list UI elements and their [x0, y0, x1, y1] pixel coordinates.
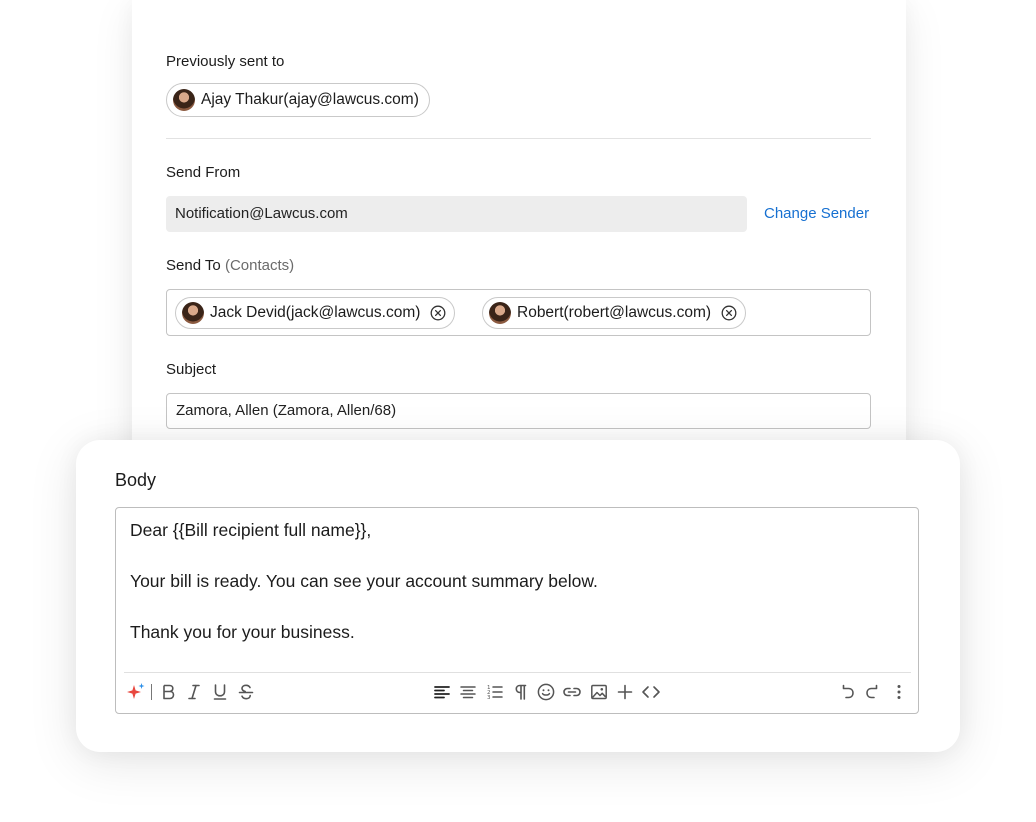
avatar: [182, 302, 204, 324]
ai-sparkle-icon[interactable]: [125, 681, 147, 703]
recipient-chip-text: Robert(robert@lawcus.com): [517, 304, 712, 321]
link-icon[interactable]: [561, 681, 583, 703]
section-divider: [166, 138, 871, 139]
redo-icon[interactable]: [862, 681, 884, 703]
send-to-label: Send To (Contacts): [166, 257, 294, 274]
body-label: Body: [115, 470, 157, 490]
remove-recipient-icon[interactable]: [721, 305, 737, 321]
bold-icon[interactable]: [157, 681, 179, 703]
body-line: Your bill is ready. You can see your acc…: [130, 571, 598, 591]
previous-recipient-chip: Ajay Thakur(ajay@lawcus.com): [166, 83, 430, 117]
send-to-sublabel: (Contacts): [224, 257, 295, 274]
more-options-icon[interactable]: [888, 681, 910, 703]
numbered-list-icon[interactable]: 123: [484, 681, 506, 703]
body-line: Dear {{Bill recipient full name}},: [130, 520, 372, 540]
strikethrough-icon[interactable]: [235, 681, 257, 703]
remove-recipient-icon[interactable]: [430, 305, 446, 321]
avatar: [489, 302, 511, 324]
toolbar-divider: [124, 672, 911, 673]
avatar: [173, 89, 195, 111]
previously-sent-label: Previously sent to: [166, 53, 285, 70]
body-line: Thank you for your business.: [130, 622, 355, 642]
recipient-chip: Robert(robert@lawcus.com): [482, 297, 747, 329]
send-from-label: Send From: [166, 164, 241, 181]
previous-recipient-text: Ajay Thakur(ajay@lawcus.com): [201, 91, 419, 108]
align-left-icon[interactable]: [431, 681, 453, 703]
image-icon[interactable]: [588, 681, 610, 703]
change-sender-link[interactable]: Change Sender: [764, 205, 869, 222]
code-icon[interactable]: [640, 681, 662, 703]
subject-input[interactable]: Zamora, Allen (Zamora, Allen/68): [166, 393, 871, 429]
paragraph-icon[interactable]: [510, 681, 532, 703]
emoji-icon[interactable]: [535, 681, 557, 703]
send-to-label-text: Send To: [166, 257, 221, 274]
recipient-chip-text: Jack Devid(jack@lawcus.com): [210, 304, 421, 321]
italic-icon[interactable]: [183, 681, 205, 703]
add-icon[interactable]: [614, 681, 636, 703]
recipient-chip: Jack Devid(jack@lawcus.com): [175, 297, 456, 329]
send-from-field[interactable]: Notification@Lawcus.com: [166, 196, 747, 232]
underline-icon[interactable]: [209, 681, 231, 703]
undo-icon[interactable]: [836, 681, 858, 703]
align-center-icon[interactable]: [457, 681, 479, 703]
svg-text:3: 3: [487, 695, 491, 701]
toolbar-separator: [151, 684, 152, 700]
subject-label: Subject: [166, 361, 217, 378]
